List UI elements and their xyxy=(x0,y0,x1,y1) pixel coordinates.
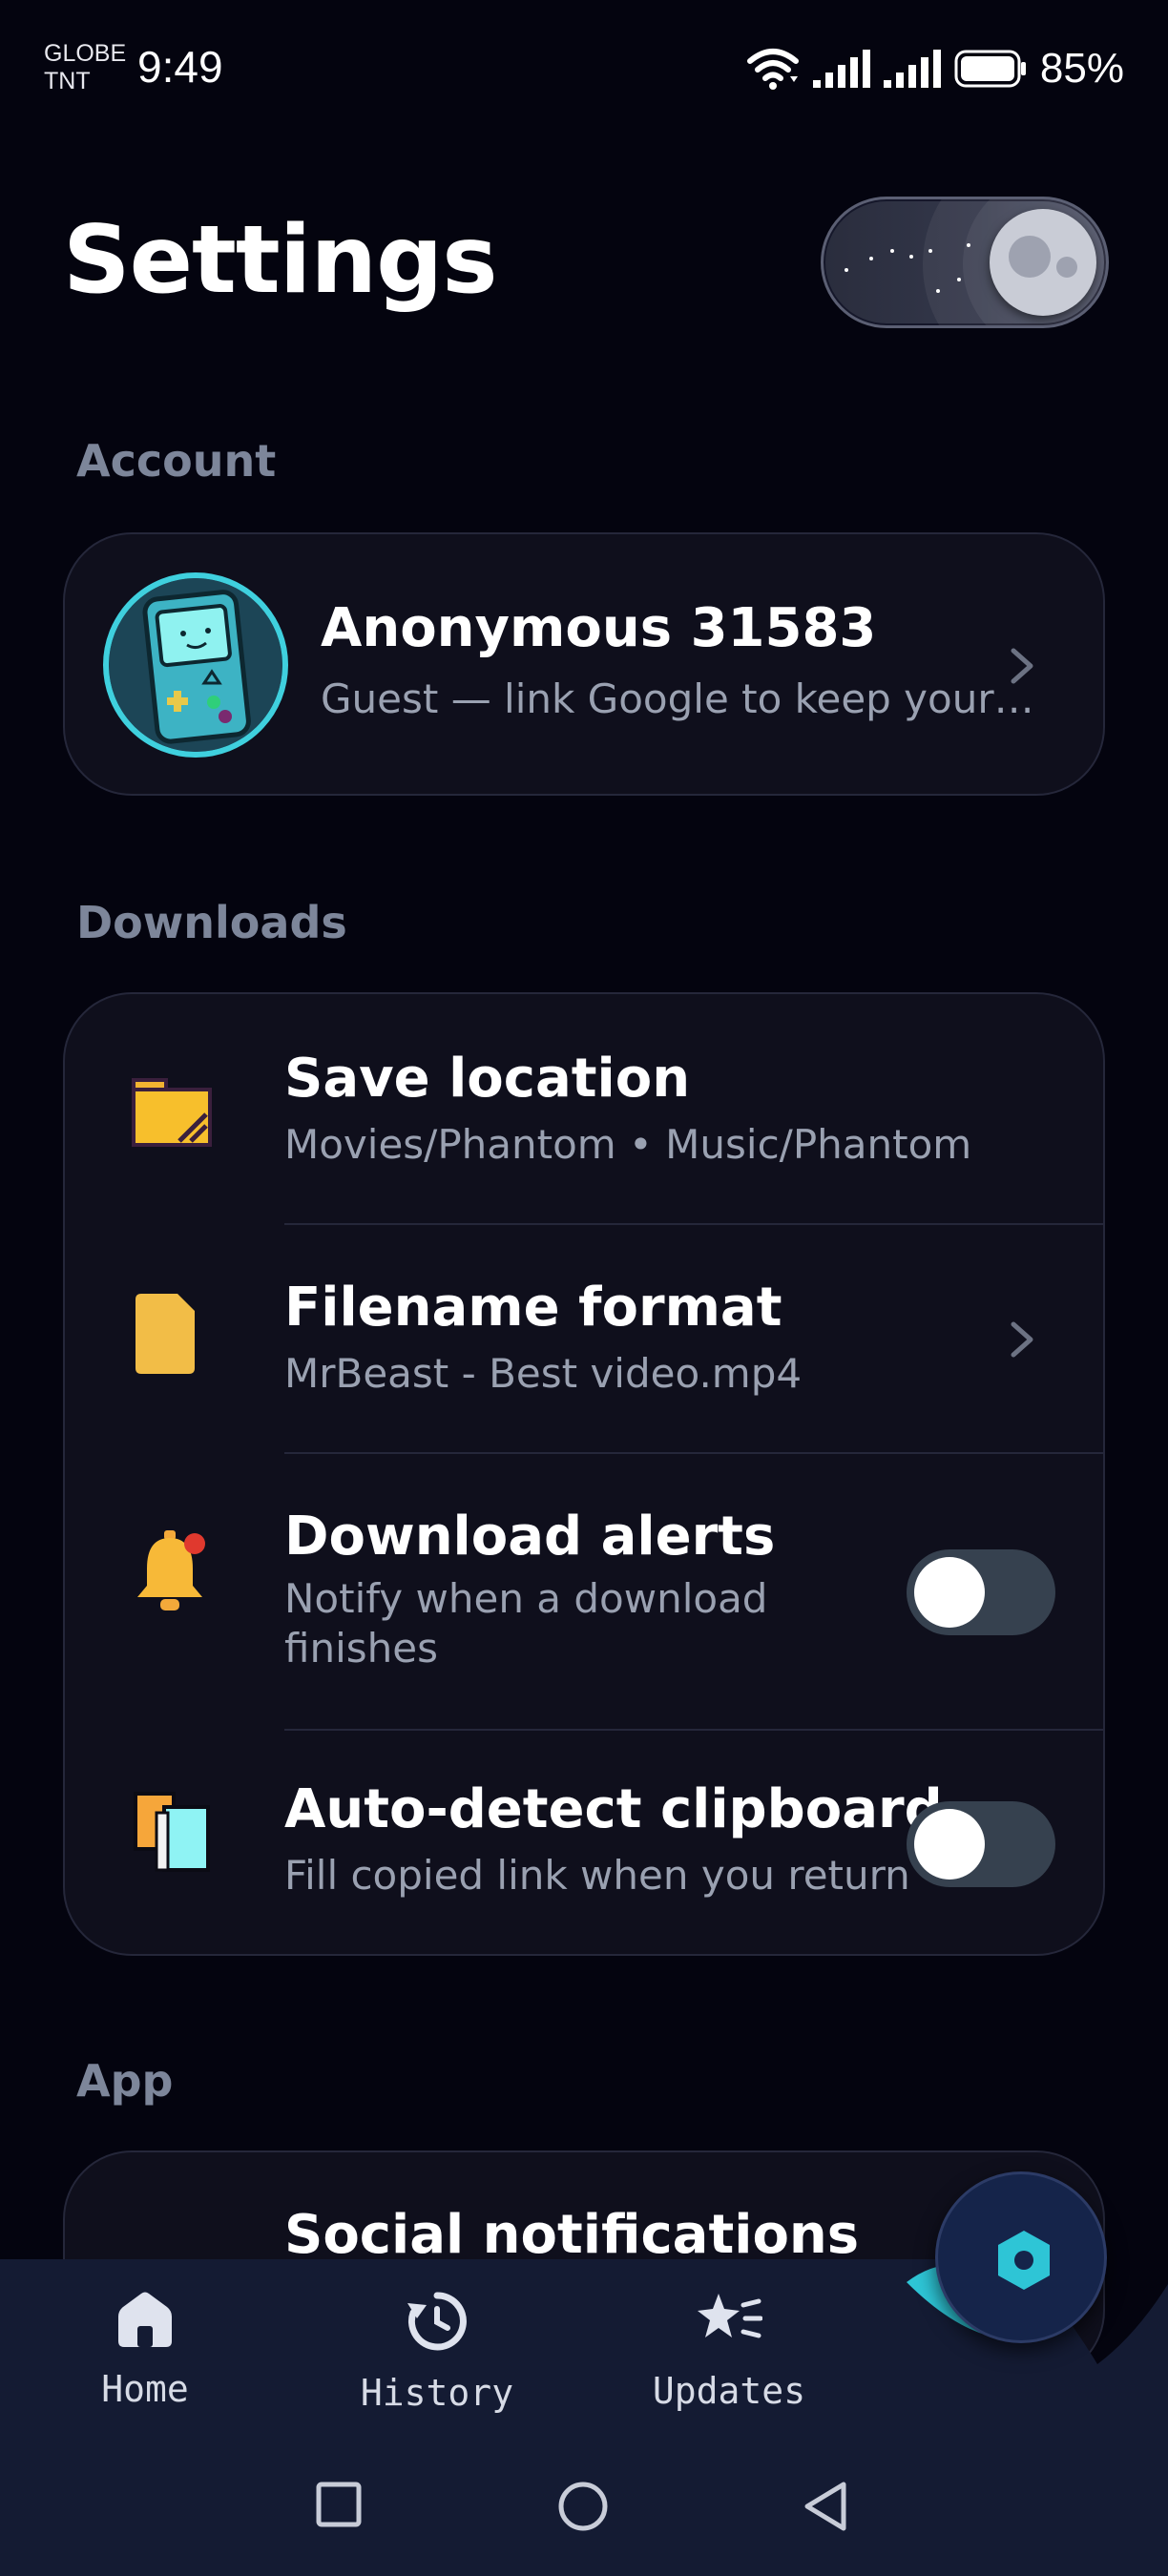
switch-knob xyxy=(914,1557,985,1628)
star xyxy=(909,255,913,259)
clipboard-icon xyxy=(134,1792,210,1872)
download-alerts-subtitle: Notify when a download finishes xyxy=(284,1574,876,1673)
history-icon xyxy=(407,2292,467,2351)
hexagon-settings-icon xyxy=(998,2231,1050,2290)
section-label-app: App xyxy=(76,2055,174,2107)
home-circle-icon[interactable] xyxy=(557,2481,609,2532)
carrier-name: GLOBE TNT xyxy=(44,40,126,95)
signal-icon xyxy=(812,50,870,88)
star xyxy=(936,289,940,293)
auto-detect-clipboard-title: Auto-detect clipboard xyxy=(284,1778,943,1840)
save-location-title: Save location xyxy=(284,1048,691,1110)
avatar xyxy=(103,572,288,758)
page-title: Settings xyxy=(63,206,498,315)
auto-detect-clipboard-row: Auto-detect clipboard Fill copied link w… xyxy=(65,1731,1103,1954)
nav-history[interactable]: History xyxy=(332,2290,542,2414)
download-alerts-subtitle-line2: finishes xyxy=(284,1625,438,1672)
filename-format-subtitle: MrBeast - Best video.mp4 xyxy=(284,1350,803,1397)
status-time: 9:49 xyxy=(137,42,223,92)
save-location-subtitle: Movies/Phantom • Music/Phantom xyxy=(284,1121,972,1168)
filename-format-title: Filename format xyxy=(284,1277,782,1339)
nav-home[interactable]: Home xyxy=(40,2290,250,2414)
auto-detect-clipboard-subtitle: Fill copied link when you return xyxy=(284,1852,910,1899)
star xyxy=(957,278,961,281)
star xyxy=(967,243,970,247)
battery-icon xyxy=(954,50,1026,88)
downloads-card: Save location Movies/Phantom • Music/Pha… xyxy=(63,992,1105,1956)
bell-icon xyxy=(137,1530,205,1610)
file-icon xyxy=(136,1294,195,1374)
account-name: Anonymous 31583 xyxy=(321,597,877,659)
back-triangle-icon[interactable] xyxy=(802,2481,849,2532)
nav-updates-label: Updates xyxy=(652,2370,806,2412)
auto-detect-clipboard-switch[interactable] xyxy=(907,1801,1055,1887)
download-alerts-row: Download alerts Notify when a download f… xyxy=(65,1454,1103,1731)
moon-crater xyxy=(1009,236,1051,278)
status-bar: GLOBE TNT 9:49 85% xyxy=(0,0,1168,134)
game-console-avatar-icon xyxy=(109,578,282,752)
moon-crater xyxy=(1056,257,1077,278)
nav-updates[interactable]: Updates xyxy=(624,2290,834,2414)
save-location-row[interactable]: Save location Movies/Phantom • Music/Pha… xyxy=(65,994,1103,1223)
filename-format-row[interactable]: Filename format MrBeast - Best video.mp4 xyxy=(65,1225,1103,1452)
social-notifications-title[interactable]: Social notifications xyxy=(284,2204,859,2266)
star xyxy=(869,257,873,260)
switch-knob xyxy=(914,1809,985,1880)
star xyxy=(890,249,894,253)
status-indicators: 85% xyxy=(746,42,1124,95)
section-label-downloads: Downloads xyxy=(76,897,347,948)
home-icon xyxy=(118,2292,172,2347)
star xyxy=(845,268,848,272)
account-card[interactable]: Anonymous 31583 Guest — link Google to k… xyxy=(63,532,1105,796)
chevron-right-icon xyxy=(1011,1321,1033,1358)
account-subtitle: Guest — link Google to keep your… xyxy=(321,675,1034,722)
sparkle-star-icon xyxy=(698,2294,762,2338)
download-alerts-title: Download alerts xyxy=(284,1506,776,1568)
download-alerts-switch[interactable] xyxy=(907,1549,1055,1635)
folder-icon xyxy=(132,1078,212,1147)
battery-percentage: 85% xyxy=(1039,45,1124,92)
signal-icon-2 xyxy=(883,50,941,88)
nav-home-label: Home xyxy=(101,2368,189,2410)
settings-fab-button[interactable] xyxy=(935,2171,1107,2343)
carrier-line-1: GLOBE xyxy=(44,40,127,67)
recent-apps-icon[interactable] xyxy=(315,2481,363,2528)
section-label-account: Account xyxy=(76,435,277,487)
star xyxy=(928,249,932,253)
dark-mode-toggle[interactable] xyxy=(821,197,1109,328)
download-alerts-subtitle-line1: Notify when a download xyxy=(284,1575,768,1622)
carrier-line-2: TNT xyxy=(44,68,91,94)
chevron-right-icon xyxy=(1011,648,1033,684)
wifi-icon xyxy=(746,49,799,90)
moon-icon xyxy=(990,209,1096,316)
nav-history-label: History xyxy=(360,2372,514,2414)
